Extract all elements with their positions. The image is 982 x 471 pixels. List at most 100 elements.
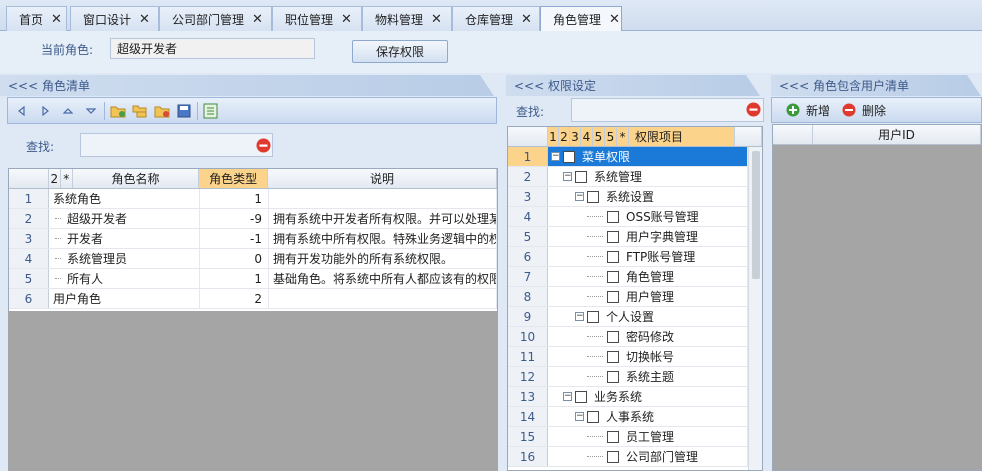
permission-checkbox[interactable] [607,370,619,383]
permission-checkbox[interactable] [607,430,619,443]
clear-search-icon[interactable] [256,138,271,156]
permission-checkbox[interactable] [607,330,619,343]
close-icon[interactable]: ✕ [609,12,620,27]
folder-add-icon[interactable] [110,103,126,119]
tree-row[interactable]: 10 密码修改 [508,327,762,347]
cell-permission-item[interactable]: − 业务系统 [548,387,748,406]
table-row[interactable]: 6 用户角色 2 [9,289,497,309]
cell-role-name[interactable]: 开发者 [49,229,200,248]
cell-description[interactable] [269,189,497,208]
tree-row[interactable]: 3 − 系统设置 [508,187,762,207]
tab-company-dept[interactable]: 公司部门管理 ✕ [159,6,272,31]
tree-row[interactable]: 8 用户管理 [508,287,762,307]
nav-next-icon[interactable] [37,103,53,119]
close-icon[interactable]: ✕ [431,12,442,27]
header-permission-item[interactable]: 权限项目 [629,127,735,146]
cell-role-name[interactable]: 用户角色 [49,289,200,308]
cell-role-type[interactable]: 2 [200,289,269,308]
tree-row[interactable]: 1− ✓ 菜单权限 [508,147,762,167]
permission-checkbox[interactable] [607,210,619,223]
close-icon[interactable]: ✕ [252,12,263,27]
header-col-1[interactable]: 1 [548,127,559,146]
header-col-4[interactable]: 4 [581,127,593,146]
table-row[interactable]: 1 系统角色 1 [9,189,497,209]
close-icon[interactable]: ✕ [341,12,352,27]
close-icon[interactable]: ✕ [521,12,532,27]
cell-permission-item[interactable]: 用户字典管理 [548,227,748,246]
cell-role-name[interactable]: 超级开发者 [49,209,200,228]
permission-checkbox[interactable] [607,250,619,263]
collapse-toggle-icon[interactable]: − [563,392,572,401]
tree-row[interactable]: 6 FTP账号管理 [508,247,762,267]
close-icon[interactable]: ✕ [139,12,150,27]
collapse-toggle-icon[interactable]: − [563,172,572,181]
clear-search-icon[interactable] [746,102,761,120]
header-description[interactable]: 说明 [268,169,497,188]
table-row[interactable]: 5 所有人 1 基础角色。将系统中所有人都应该有的权限 [9,269,497,289]
tree-row[interactable]: 11 切换帐号 [508,347,762,367]
cell-role-type[interactable]: 1 [200,189,269,208]
tab-role-management[interactable]: 角色管理 ✕ [540,6,622,32]
add-user-button[interactable]: 新增 [786,102,830,119]
header-col-6[interactable]: 5 [605,127,617,146]
cell-role-type[interactable]: -1 [200,229,269,248]
cell-role-name[interactable]: 系统管理员 [49,249,200,268]
cell-permission-item[interactable]: 密码修改 [548,327,748,346]
tab-material[interactable]: 物料管理 ✕ [362,6,452,31]
cell-permission-item[interactable]: 系统主题 [548,367,748,386]
tab-warehouse[interactable]: 仓库管理 ✕ [452,6,540,31]
permission-checkbox[interactable] [607,450,619,463]
permission-checkbox[interactable] [587,310,599,323]
cell-permission-item[interactable]: − 系统设置 [548,187,748,206]
permission-checkbox[interactable] [575,170,587,183]
save-permissions-button[interactable]: 保存权限 [352,40,448,63]
perm-search-input[interactable] [571,98,764,122]
cell-description[interactable] [269,289,497,308]
cell-permission-item[interactable]: 角色管理 [548,267,748,286]
header-star[interactable]: * [61,169,73,188]
collapse-toggle-icon[interactable]: − [551,152,560,161]
cell-permission-item[interactable]: − 个人设置 [548,307,748,326]
nav-first-icon[interactable] [14,103,30,119]
collapse-toggle-icon[interactable]: − [575,312,584,321]
cell-permission-item[interactable]: OSS账号管理 [548,207,748,226]
permission-checkbox[interactable] [607,290,619,303]
header-user-id[interactable]: 用户ID [813,125,981,144]
collapse-toggle-icon[interactable]: − [575,192,584,201]
header-star[interactable]: * [617,127,629,146]
export-icon[interactable] [203,103,219,119]
header-role-name[interactable]: 角色名称 [73,169,200,188]
cell-permission-item[interactable]: 切换帐号 [548,347,748,366]
cell-description[interactable]: 拥有开发功能外的所有系统权限。 [269,249,497,268]
cell-permission-item[interactable]: 员工管理 [548,427,748,446]
cell-permission-item[interactable]: FTP账号管理 [548,247,748,266]
permission-checkbox[interactable] [607,270,619,283]
tree-row[interactable]: 12 系统主题 [508,367,762,387]
tree-row[interactable]: 2 − 系统管理 [508,167,762,187]
folder-delete-icon[interactable] [154,103,170,119]
table-row[interactable]: 3 开发者 -1 拥有系统中所有权限。特殊业务逻辑中的权 [9,229,497,249]
table-row[interactable]: 2 超级开发者 -9 拥有系统中开发者所有权限。并可以处理某 [9,209,497,229]
save-icon[interactable] [176,103,192,119]
table-row[interactable]: 4 系统管理员 0 拥有开发功能外的所有系统权限。 [9,249,497,269]
cell-permission-item[interactable]: 公司部门管理 [548,447,748,466]
role-search-input[interactable] [80,133,273,157]
tree-row[interactable]: 13 − 业务系统 [508,387,762,407]
nav-up-icon[interactable] [60,103,76,119]
cell-description[interactable]: 拥有系统中开发者所有权限。并可以处理某 [269,209,497,228]
tree-row[interactable]: 15 员工管理 [508,427,762,447]
cell-role-type[interactable]: 0 [200,249,269,268]
cell-role-type[interactable]: -9 [200,209,269,228]
cell-description[interactable]: 拥有系统中所有权限。特殊业务逻辑中的权 [269,229,497,248]
tab-window-design[interactable]: 窗口设计 ✕ [70,6,159,31]
tree-row[interactable]: 4 OSS账号管理 [508,207,762,227]
folder-tree-icon[interactable] [132,103,148,119]
permission-checkbox[interactable] [587,410,599,423]
vertical-scrollbar[interactable] [748,147,762,470]
permission-checkbox[interactable] [575,390,587,403]
cell-permission-item[interactable]: − 人事系统 [548,407,748,426]
permission-checkbox[interactable] [587,190,599,203]
permission-checkbox[interactable] [607,350,619,363]
scrollbar-thumb[interactable] [752,151,760,279]
nav-down-icon[interactable] [83,103,99,119]
